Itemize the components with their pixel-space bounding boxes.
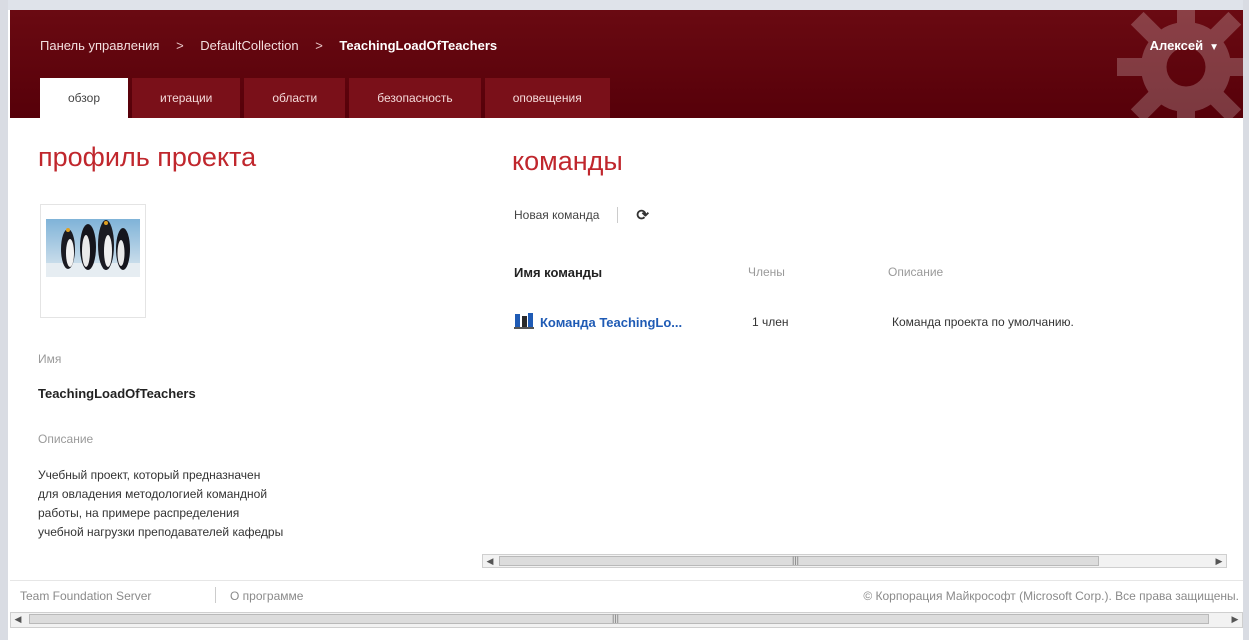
breadcrumb-collection-link[interactable]: DefaultCollection <box>200 38 298 53</box>
description-line: для овладения методологией командной <box>38 487 268 501</box>
description-line: Учебный проект, который предназначен <box>38 468 261 482</box>
tab-areas[interactable]: области <box>244 78 346 118</box>
column-header-team-name[interactable]: Имя команды <box>514 265 602 280</box>
footer-copyright: © Корпорация Майкрософт (Microsoft Corp.… <box>863 589 1239 603</box>
tab-alerts[interactable]: оповещения <box>484 78 610 118</box>
toolbar-divider <box>617 207 619 223</box>
project-name-value: TeachingLoadOfTeachers <box>38 386 196 401</box>
team-name-link[interactable]: Команда TeachingLo... <box>540 315 682 330</box>
gear-watermark-icon <box>1117 10 1243 118</box>
project-name-label: Имя <box>38 352 62 366</box>
scroll-left-arrow-icon[interactable]: ◀ <box>483 555 497 567</box>
description-line: работы, на примере распределения <box>38 506 240 520</box>
scrollbar-grip-icon: ||| <box>792 555 800 565</box>
project-description-label: Описание <box>38 432 94 446</box>
window-frame-right <box>1243 0 1249 640</box>
tab-overview[interactable]: обзор <box>40 78 128 118</box>
team-members: 1 член <box>752 315 789 329</box>
project-image[interactable] <box>40 204 146 318</box>
penguins-image <box>46 219 140 277</box>
tab-security[interactable]: безопасность <box>349 78 481 118</box>
window-frame-left <box>0 0 8 640</box>
refresh-icon[interactable]: ⟳ <box>636 206 649 224</box>
project-profile-title: профиль проекта <box>38 142 257 172</box>
footer-divider <box>215 587 216 603</box>
column-header-members[interactable]: Члены <box>748 265 785 279</box>
teams-toolbar: Новая команда ⟳ <box>514 206 649 224</box>
project-description: Учебный проект, который предназначен для… <box>38 466 368 542</box>
scrollbar-grip-icon: ||| <box>612 613 620 623</box>
breadcrumb-current-project: TeachingLoadOfTeachers <box>339 38 498 53</box>
breadcrumb-control-panel-link[interactable]: Панель управления <box>40 38 159 53</box>
chevron-down-icon: ▼ <box>1209 42 1219 53</box>
scroll-right-arrow-icon[interactable]: ▶ <box>1228 613 1242 625</box>
teams-title: команды <box>512 146 623 176</box>
footer: Team Foundation Server О программе © Кор… <box>10 580 1243 609</box>
window-frame-top <box>0 0 1249 10</box>
scroll-left-arrow-icon[interactable]: ◀ <box>11 613 25 625</box>
teams-horizontal-scrollbar[interactable]: ◀ ||| ▶ <box>482 554 1227 568</box>
scroll-right-arrow-icon[interactable]: ▶ <box>1212 555 1226 567</box>
breadcrumb-separator: > <box>315 38 323 53</box>
breadcrumb: Панель управления > DefaultCollection > … <box>40 38 497 53</box>
scrollbar-thumb[interactable]: ||| <box>499 555 1099 566</box>
description-line: учебной нагрузки преподавателей кафедры <box>38 525 284 539</box>
scrollbar-thumb[interactable]: ||| <box>29 613 1209 624</box>
new-team-button[interactable]: Новая команда <box>514 208 599 222</box>
breadcrumb-separator: > <box>176 38 184 53</box>
user-menu[interactable]: Алексей ▼ <box>1150 38 1219 53</box>
team-description: Команда проекта по умолчанию. <box>892 315 1074 329</box>
footer-about-link[interactable]: О программе <box>230 589 303 603</box>
column-header-description[interactable]: Описание <box>888 265 943 279</box>
footer-product-link[interactable]: Team Foundation Server <box>20 589 151 603</box>
header-bar: Панель управления > DefaultCollection > … <box>10 10 1243 118</box>
tab-bar: обзор итерации области безопасность опов… <box>40 78 614 118</box>
user-name: Алексей <box>1149 38 1204 53</box>
tab-iterations[interactable]: итерации <box>132 78 241 118</box>
team-icon <box>514 313 534 329</box>
page-horizontal-scrollbar[interactable]: ◀ ||| ▶ <box>10 612 1243 628</box>
